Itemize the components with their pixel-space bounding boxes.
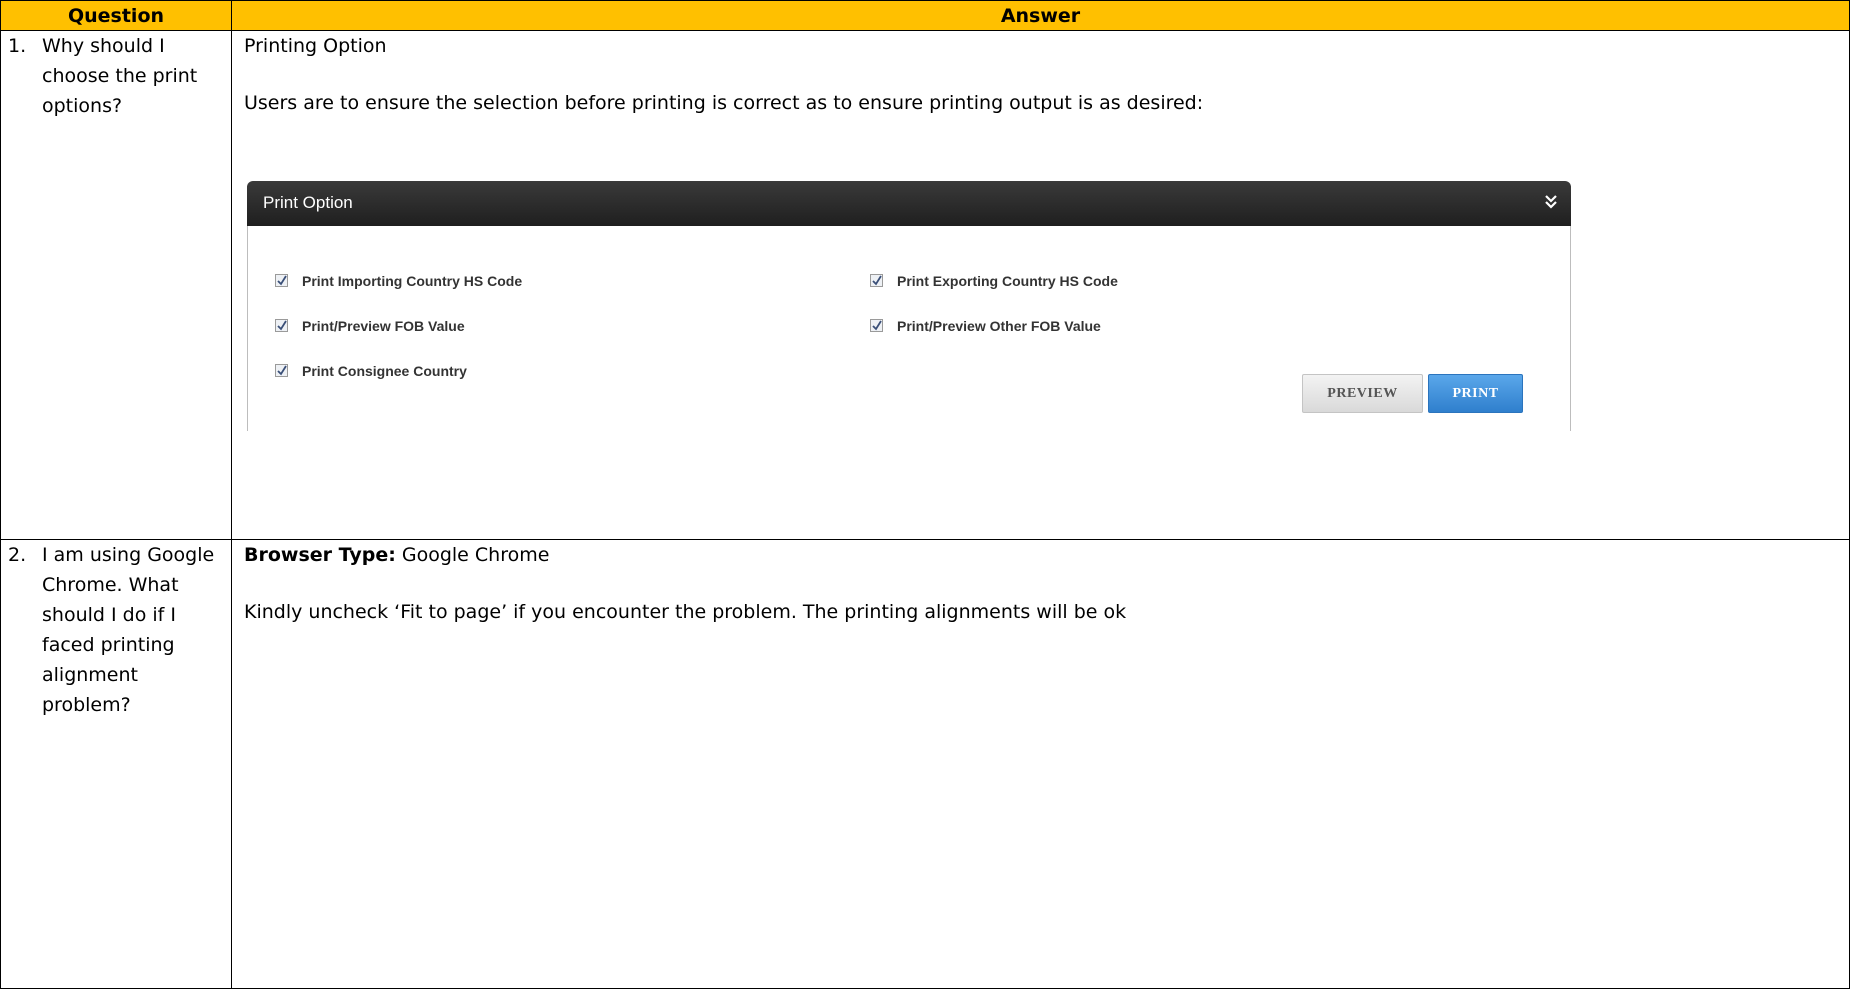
question-cell: 2. I am using Google Chrome. What should…	[0, 539, 232, 989]
answer-text: Users are to ensure the selection before…	[244, 92, 1204, 114]
faq-table: Question Answer 1. Why should I choose t…	[0, 0, 1850, 989]
answer-title: Printing Option	[244, 35, 387, 57]
answer-text: Kindly uncheck ‘Fit to page’ if you enco…	[244, 601, 1127, 623]
question-text: I am using Google Chrome. What should I …	[42, 544, 215, 716]
answer-value: Google Chrome	[395, 544, 550, 566]
option-label: Print Consignee Country	[302, 363, 467, 379]
checkbox[interactable]	[870, 274, 883, 287]
answer-label: Browser Type:	[244, 544, 396, 566]
answer-cell: Browser Type: Google Chrome Kindly unche…	[231, 539, 1850, 989]
panel-body: Print Importing Country HS Code Print Ex…	[247, 226, 1571, 431]
question-header: Question	[0, 0, 232, 31]
answer-browser-type: Browser Type: Google Chrome	[244, 540, 549, 570]
question-number: 2.	[8, 544, 27, 566]
question-cell: 1. Why should I choose the print options…	[0, 30, 232, 540]
option-label: Print/Preview Other FOB Value	[897, 318, 1101, 334]
double-chevron-down-icon[interactable]	[1543, 191, 1559, 213]
header-row: Question Answer	[0, 0, 1850, 31]
answer-header: Answer	[231, 0, 1850, 31]
option-label: Print Exporting Country HS Code	[897, 273, 1118, 289]
print-option-panel: Print Option Print Importing Country HS …	[247, 181, 1571, 431]
checkbox[interactable]	[275, 364, 288, 377]
panel-header: Print Option	[247, 181, 1571, 226]
preview-button[interactable]: PREVIEW	[1302, 374, 1423, 413]
checkbox[interactable]	[275, 274, 288, 287]
print-button[interactable]: PRINT	[1428, 374, 1523, 413]
question-text: Why should I choose the print options?	[42, 35, 198, 117]
table-row: 1. Why should I choose the print options…	[0, 30, 1850, 540]
checkbox[interactable]	[870, 319, 883, 332]
answer-cell: Printing Option Users are to ensure the …	[231, 30, 1850, 540]
panel-title: Print Option	[263, 193, 353, 212]
checkbox[interactable]	[275, 319, 288, 332]
question-number: 1.	[8, 35, 27, 57]
option-label: Print/Preview FOB Value	[302, 318, 465, 334]
table-row: 2. I am using Google Chrome. What should…	[0, 539, 1850, 989]
option-label: Print Importing Country HS Code	[302, 273, 523, 289]
